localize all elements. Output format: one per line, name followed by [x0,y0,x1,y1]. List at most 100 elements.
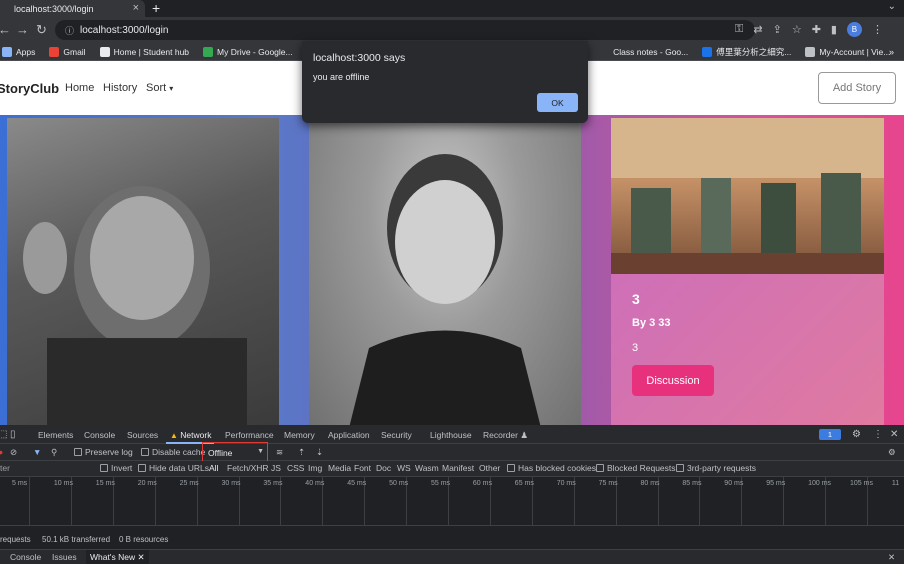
filter-type-other[interactable]: Other [479,463,500,473]
nav-sort[interactable]: Sort ▾ [146,82,173,94]
filter-type-img[interactable]: Img [308,463,322,473]
filter-type-all[interactable]: All [209,463,218,473]
filter-type-js[interactable]: JS [271,463,281,473]
translate-icon[interactable]: ⇄ [753,23,762,36]
timeline-tick-label: 70 ms [556,480,576,487]
story-photo-2[interactable] [309,118,581,425]
filter-type-font[interactable]: Font [354,463,371,473]
alert-message: you are offline [313,72,370,82]
share-icon[interactable]: ⇪ [773,23,782,36]
card-author: By 3 33 [632,317,671,329]
close-drawer-icon[interactable]: ✕ [888,552,895,563]
tab-sources[interactable]: Sources [127,430,158,440]
account-icon [805,46,816,57]
new-tab-button[interactable]: + [152,0,160,17]
bookmark-drive[interactable]: My Drive - Google... [203,46,293,57]
filter-type-css[interactable]: CSS [287,463,304,473]
discussion-button[interactable]: Discussion [632,365,714,396]
network-overview-timeline[interactable]: 5 ms 10 ms 15 ms 20 ms 25 ms 30 ms 35 ms 40 ms 4… [0,477,904,526]
network-conditions-icon[interactable]: ≋ [276,447,283,458]
tab-lighthouse[interactable]: Lighthouse [430,430,472,440]
bookmark-my-account[interactable]: My-Account | Vie... [805,46,890,57]
close-devtools-icon[interactable]: ✕ [890,429,898,440]
import-har-icon[interactable]: ⇡ [298,447,305,458]
filter-input[interactable]: ter [0,463,10,473]
reload-icon[interactable]: ↻ [36,22,47,38]
blocked-cookies-checkbox[interactable]: Has blocked cookies [507,463,596,473]
filter-type-media[interactable]: Media [328,463,351,473]
drawer-tab-issues[interactable]: Issues [52,552,77,562]
transferred-size: 50.1 kB transferred [42,535,111,544]
devtools-drawer: Console Issues What's New ✕ ✕ [0,549,904,564]
site-brand[interactable]: StoryClub [0,81,59,96]
browser-tab[interactable]: localhost:3000/login × [0,0,145,17]
inspect-element-icon[interactable]: ⬚ [0,429,7,440]
tab-elements[interactable]: Elements [38,430,73,440]
key-icon[interactable]: ⚿ [735,23,743,36]
search-icon[interactable]: ⚲ [51,447,57,458]
filter-type-fetch[interactable]: Fetch/XHR [227,463,269,473]
bookmark-star-icon[interactable]: ☆ [792,23,802,36]
tab-memory[interactable]: Memory [284,430,315,440]
forward-icon[interactable]: → [16,22,29,37]
bookmark-apps[interactable]: Apps [2,46,35,57]
filter-type-doc[interactable]: Doc [376,463,391,473]
timeline-tick-label: 5 ms [12,480,28,487]
story-card: 3 By 3 33 3 Discussion [611,118,884,425]
export-har-icon[interactable]: ⇣ [316,447,323,458]
close-drawer-tab-icon[interactable]: ✕ [137,552,144,562]
story-photo-1[interactable] [7,118,279,425]
card-body: 3 [632,342,639,354]
close-tab-icon[interactable]: × [133,2,139,14]
side-panel-icon[interactable]: ▮ [831,23,837,36]
tab-network[interactable]: ▲ Network [170,430,211,440]
bookmark-gmail[interactable]: Gmail [49,46,86,57]
timeline-tick-label: 100 ms [808,480,832,487]
clear-icon[interactable]: ⊘ [10,447,17,458]
nav-history[interactable]: History [103,82,137,94]
tab-application[interactable]: Application [328,430,370,440]
chrome-menu-icon[interactable]: ⋮ [872,23,883,36]
add-story-button[interactable]: Add Story [818,72,896,104]
story-painting-image[interactable] [611,118,884,274]
site-info-icon[interactable]: ⓘ [65,24,74,37]
filter-type-ws[interactable]: WS [397,463,411,473]
invert-checkbox[interactable]: Invert [100,463,132,473]
filter-type-wasm[interactable]: Wasm [415,463,439,473]
message-count-badge[interactable]: 1 [819,429,841,440]
toolbar-icons: ⚿ ⇄ ⇪ ☆ ✚ ▮ B ⋮ [735,22,883,37]
tab-performance[interactable]: Performance [225,430,274,440]
record-icon[interactable]: ● [0,447,3,457]
extensions-icon[interactable]: ✚ [812,23,821,36]
back-icon[interactable]: ← [0,22,11,37]
nav-home[interactable]: Home [65,82,94,94]
profile-avatar[interactable]: B [846,22,862,37]
device-toolbar-icon[interactable]: ▯ [10,429,16,440]
tab-console[interactable]: Console [84,430,115,440]
tab-recorder[interactable]: Recorder ♟ [483,430,528,441]
disable-cache-checkbox[interactable]: Disable cache [141,447,205,457]
drawer-tab-whats-new[interactable]: What's New ✕ [86,550,149,564]
timeline-tick-label: 15 ms [95,480,115,487]
timeline-tick-label: 35 ms [263,480,283,487]
filter-type-manifest[interactable]: Manifest [442,463,474,473]
preserve-log-checkbox[interactable]: Preserve log [74,447,133,457]
hide-data-urls-checkbox[interactable]: Hide data URLs [138,463,209,473]
caret-down-icon: ▾ [169,84,174,93]
more-options-icon[interactable]: ⋮ [873,429,883,440]
tab-security[interactable]: Security [381,430,412,440]
blocked-requests-checkbox[interactable]: Blocked Requests [596,463,676,473]
alert-ok-button[interactable]: OK [537,93,578,112]
network-toolbar: ● ⊘ ▼ ⚲ Preserve log Disable cache Offli… [0,444,904,461]
drawer-tab-console[interactable]: Console [10,552,41,562]
third-party-checkbox[interactable]: 3rd-party requests [676,463,756,473]
settings-gear-icon[interactable]: ⚙ [852,429,861,440]
filter-icon[interactable]: ▼ [33,447,41,457]
address-bar[interactable]: ⓘ localhost:3000/login [55,20,755,40]
network-settings-icon[interactable]: ⚙ [888,447,896,458]
tab-search-icon[interactable]: ⌄ [888,1,896,12]
bookmark-class-notes[interactable]: Class notes - Goo... [613,47,688,57]
more-bookmarks-icon[interactable]: » [889,47,894,57]
bookmark-zhihu[interactable]: 傅里葉分析之細究... [702,46,791,58]
bookmark-student-hub[interactable]: Home | Student hub [99,46,189,57]
